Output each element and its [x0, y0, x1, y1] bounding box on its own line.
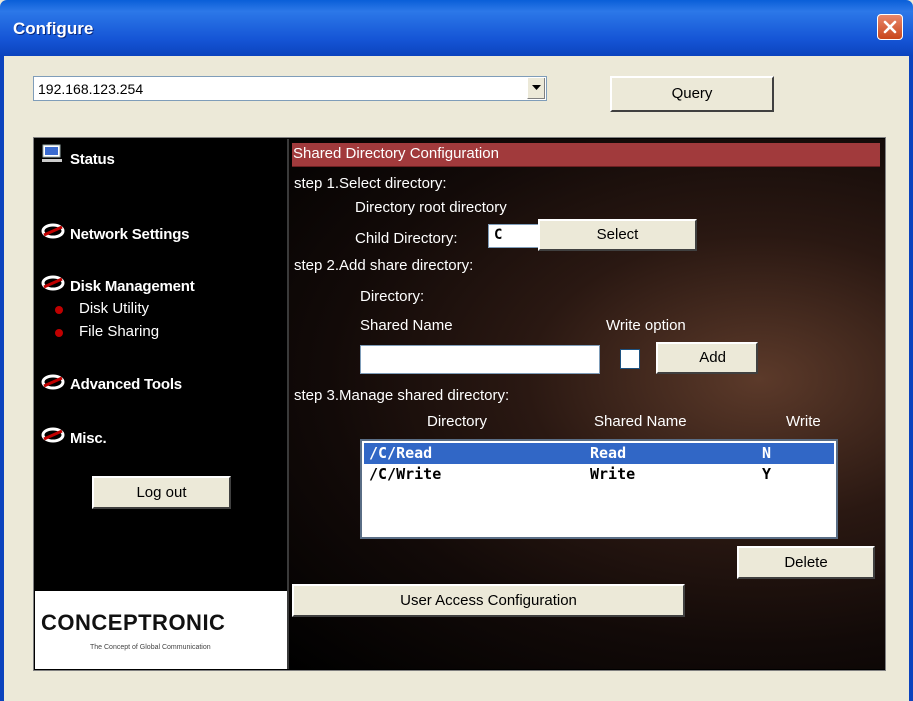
logo-swirl-icon — [41, 223, 65, 239]
add-button[interactable]: Add — [656, 342, 758, 374]
sidebar-item-label: Disk Management — [70, 278, 195, 295]
delete-button[interactable]: Delete — [737, 546, 875, 579]
sidebar-subitem-label: Disk Utility — [79, 300, 149, 317]
logout-button[interactable]: Log out — [92, 476, 231, 509]
section-title: Shared Directory Configuration — [293, 145, 499, 162]
column-header-directory: Directory — [427, 413, 488, 430]
add-button-label: Add — [699, 349, 726, 366]
query-button-label: Query — [671, 85, 713, 102]
ip-address-combo[interactable]: 192.168.123.254 — [33, 76, 547, 101]
list-item-write: Y — [762, 465, 772, 483]
column-header-write: Write — [786, 413, 821, 430]
sidebar-item-network-settings[interactable]: Network Settings — [41, 221, 271, 251]
window-title: Configure — [13, 19, 94, 38]
chevron-down-icon — [532, 85, 541, 90]
ip-address-value: 192.168.123.254 — [38, 81, 144, 97]
section-header: Shared Directory Configuration — [292, 143, 880, 167]
user-access-configuration-button[interactable]: User Access Configuration — [292, 584, 685, 617]
sidebar-subitem-file-sharing[interactable]: File Sharing — [51, 322, 251, 342]
step3-label: step 3.Manage shared directory: — [294, 387, 510, 404]
sidebar-item-label: Advanced Tools — [70, 376, 182, 393]
logo-swirl-icon — [41, 427, 65, 443]
sidebar-subitem-label: File Sharing — [79, 323, 160, 340]
list-item-shared-name: Read — [590, 444, 627, 462]
list-item[interactable]: /C/Read Read N — [364, 443, 834, 464]
monitor-icon — [42, 144, 62, 162]
sidebar-item-disk-management[interactable]: Disk Management — [41, 273, 271, 301]
list-item[interactable]: /C/Write Write Y — [364, 464, 834, 485]
sidebar: Status Network Settings Disk Management … — [35, 139, 287, 591]
logo-tagline: The Concept of Global Communication — [90, 644, 211, 651]
step1-label: step 1.Select directory: — [294, 175, 447, 192]
logout-button-label: Log out — [136, 484, 187, 501]
bullet-icon — [55, 306, 63, 314]
logo-swirl-icon — [41, 374, 65, 390]
query-button[interactable]: Query — [610, 76, 774, 112]
directory-root-label: Directory root directory — [355, 199, 507, 216]
close-icon — [883, 20, 897, 34]
write-option-label: Write option — [606, 317, 686, 334]
close-button[interactable] — [877, 14, 903, 40]
window-frame-left — [0, 56, 4, 701]
sidebar-item-label: Status — [70, 151, 115, 168]
title-bar: Configure — [0, 0, 913, 56]
child-directory-value: C — [494, 227, 503, 243]
sidebar-subitem-disk-utility[interactable]: Disk Utility — [51, 299, 251, 319]
select-button-label: Select — [596, 226, 639, 243]
sidebar-item-advanced-tools[interactable]: Advanced Tools — [41, 372, 271, 400]
brand-logo: CONCEPTRONIC The Concept of Global Commu… — [35, 591, 287, 669]
sidebar-item-label: Misc. — [70, 430, 107, 447]
list-item-directory: /C/Write — [369, 465, 442, 483]
user-access-configuration-label: User Access Configuration — [400, 592, 577, 609]
child-directory-label: Child Directory: — [355, 230, 458, 247]
column-header-shared-name: Shared Name — [594, 413, 687, 430]
list-item-write: N — [762, 444, 772, 462]
sidebar-item-label: Network Settings — [70, 226, 190, 243]
select-button[interactable]: Select — [538, 219, 697, 251]
list-item-shared-name: Write — [590, 465, 636, 483]
window-frame-right — [909, 56, 913, 701]
bullet-icon — [55, 329, 63, 337]
delete-button-label: Delete — [784, 554, 828, 571]
content-area: Shared Directory Configuration step 1.Se… — [289, 139, 885, 669]
shared-name-label: Shared Name — [360, 317, 453, 334]
ip-dropdown-button[interactable] — [527, 78, 545, 99]
shared-name-input[interactable] — [360, 345, 600, 374]
logo-swirl-icon — [41, 275, 65, 291]
step2-label: step 2.Add share directory: — [294, 257, 474, 274]
sidebar-item-status[interactable]: Status — [41, 144, 271, 174]
directory-label: Directory: — [360, 288, 425, 305]
write-option-checkbox[interactable] — [620, 349, 640, 369]
sidebar-item-misc[interactable]: Misc. — [41, 425, 271, 453]
list-item-directory: /C/Read — [369, 444, 433, 462]
shared-directory-list[interactable]: /C/Read Read N /C/Write Write Y — [360, 439, 838, 539]
logo-text: CONCEPTRONIC — [41, 610, 226, 635]
